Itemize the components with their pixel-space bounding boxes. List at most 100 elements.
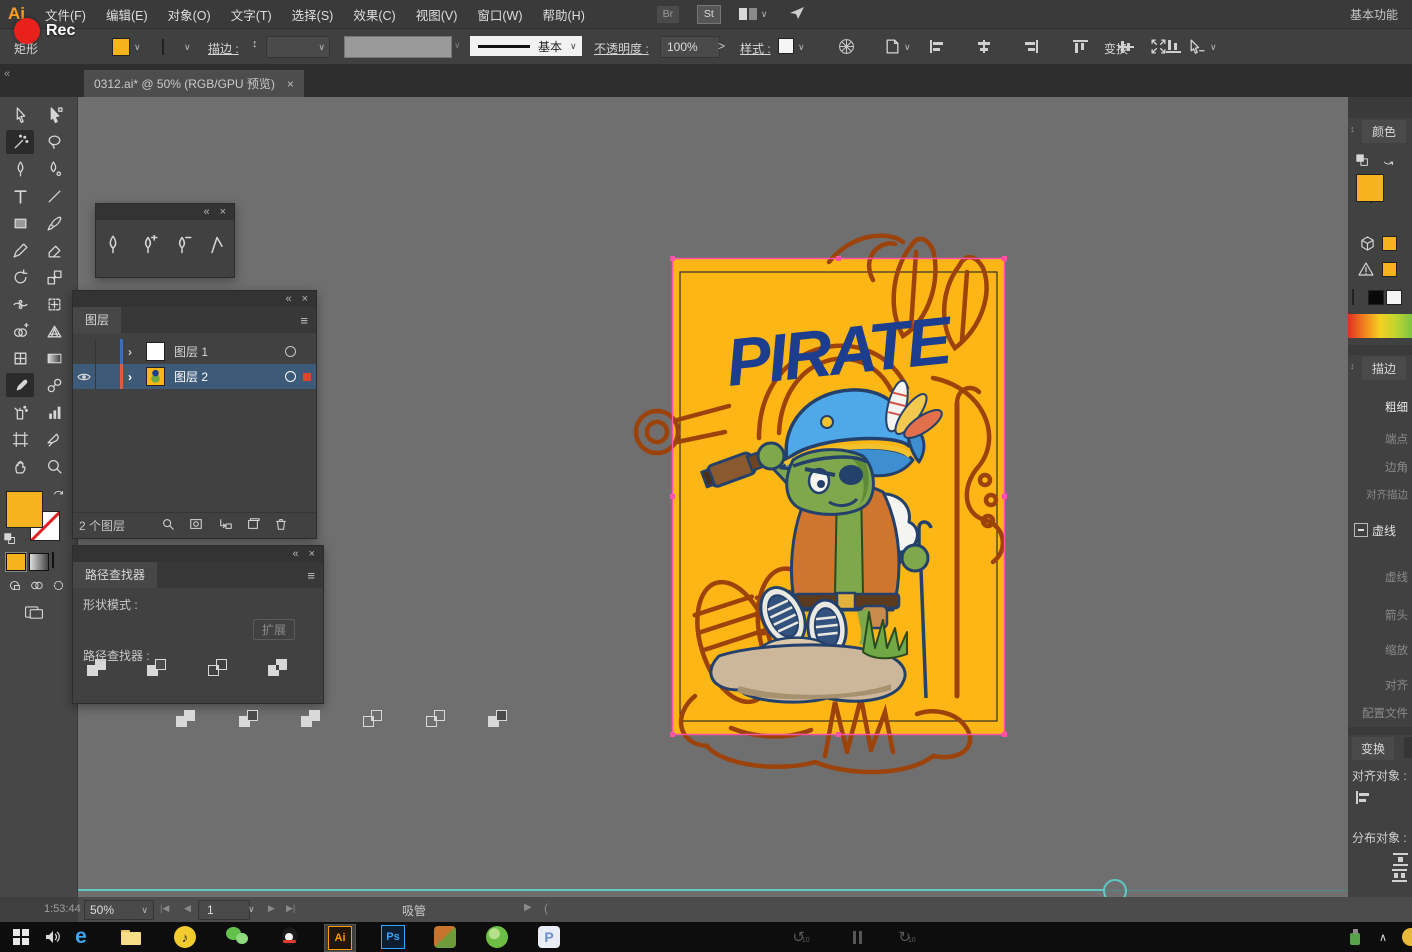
visibility-toggle-empty[interactable]: [73, 339, 96, 364]
arrange-documents-icon[interactable]: [739, 8, 757, 20]
style-chevron-icon[interactable]: ∨: [798, 43, 805, 52]
trim-icon[interactable]: [239, 710, 258, 727]
menu-select[interactable]: 选择(S): [282, 5, 344, 24]
document-tab[interactable]: 0312.ai* @ 50% (RGB/GPU 预览) ×: [84, 70, 304, 97]
gradient-tool[interactable]: [40, 346, 68, 370]
make-mask-icon[interactable]: [189, 517, 203, 534]
slice-tool[interactable]: [40, 427, 68, 451]
stroke-weight-field[interactable]: ∨: [266, 36, 330, 58]
swap-fill-stroke-icon[interactable]: [52, 489, 65, 505]
new-layer-icon[interactable]: [246, 517, 260, 534]
free-transform-tool[interactable]: [40, 292, 68, 316]
menu-help[interactable]: 帮助(H): [533, 5, 595, 24]
isolate-selection-icon[interactable]: [1188, 38, 1205, 58]
fill-chevron-icon[interactable]: ∨: [134, 43, 141, 52]
expand-button[interactable]: 扩展: [253, 619, 295, 640]
paintbrush-tool[interactable]: [40, 211, 68, 235]
tab-color[interactable]: 颜色: [1362, 120, 1406, 143]
menu-effect[interactable]: 效果(C): [343, 5, 405, 24]
lasso-tool[interactable]: [40, 130, 68, 154]
zoom-level-dropdown[interactable]: 50%∨: [84, 900, 154, 920]
align-top-icon[interactable]: [1073, 40, 1088, 53]
outline-icon[interactable]: [426, 710, 445, 727]
style-label[interactable]: 样式 :: [740, 40, 771, 57]
divide-icon[interactable]: [176, 710, 195, 727]
web-color-swatch[interactable]: [1382, 262, 1397, 277]
line-segment-tool[interactable]: [40, 184, 68, 208]
layer-name[interactable]: 图层 2: [174, 368, 208, 385]
wechat-icon[interactable]: [222, 924, 252, 950]
last-artboard-icon[interactable]: ▶|: [286, 903, 295, 914]
close-icon[interactable]: ×: [309, 548, 315, 560]
stroke-color-swatch[interactable]: [162, 39, 164, 55]
pen-tool[interactable]: [6, 157, 34, 181]
align-center-icon[interactable]: [976, 40, 991, 53]
tab-stroke[interactable]: 描边: [1362, 357, 1406, 380]
anchor-point-tool-button[interactable]: [207, 235, 227, 258]
pencil-tool[interactable]: [6, 238, 34, 262]
type-tool[interactable]: [6, 184, 34, 208]
layer-thumbnail[interactable]: [146, 342, 165, 361]
pen-tool-button[interactable]: [103, 235, 123, 258]
file-explorer-icon[interactable]: [116, 924, 146, 950]
minus-front-icon[interactable]: [147, 659, 166, 676]
illustrator-taskbar-icon[interactable]: Ai: [324, 924, 356, 952]
gamut-color-swatch[interactable]: [1382, 236, 1397, 251]
stock-icon[interactable]: St: [697, 5, 721, 24]
pause-icon[interactable]: [842, 924, 872, 950]
out-of-web-warning-icon[interactable]: [1358, 261, 1374, 280]
align-right-icon[interactable]: [1023, 40, 1038, 53]
stroke-chevron-icon[interactable]: ∨: [184, 43, 191, 52]
zoom-tool[interactable]: [40, 454, 68, 478]
layer-thumbnail[interactable]: [146, 367, 165, 386]
draw-normal-icon[interactable]: [8, 579, 21, 595]
rotate-tool[interactable]: [6, 265, 34, 289]
photoshop-taskbar-icon[interactable]: Ps: [378, 924, 408, 950]
qq-music-icon[interactable]: ♪: [170, 924, 200, 950]
layer-name[interactable]: 图层 1: [174, 343, 208, 360]
document-setup-icon[interactable]: [884, 38, 901, 58]
layer-row-1[interactable]: › 图层 1: [73, 339, 316, 364]
bridge-icon[interactable]: Br: [657, 6, 679, 23]
tab-layers[interactable]: 图层: [73, 307, 121, 333]
white-swatch[interactable]: [1386, 290, 1402, 305]
document-close-icon[interactable]: ×: [287, 77, 294, 91]
green-app-icon[interactable]: [482, 924, 512, 950]
intersect-icon[interactable]: [208, 659, 227, 676]
add-anchor-point-button[interactable]: [138, 235, 158, 258]
layer-target-icon[interactable]: [285, 346, 296, 357]
panel-menu-icon[interactable]: ≡: [300, 313, 308, 328]
eye-icon[interactable]: [73, 364, 96, 389]
prev-artboard-icon[interactable]: ◀: [184, 903, 191, 914]
new-sublayer-icon[interactable]: [219, 517, 233, 534]
tab-transform[interactable]: 变换: [1352, 737, 1394, 760]
layer-target-icon[interactable]: [285, 371, 296, 382]
powerpoint-icon[interactable]: P: [534, 924, 564, 950]
panel-menu-icon[interactable]: ≡: [307, 568, 315, 583]
transform-link[interactable]: 变换: [1104, 40, 1128, 57]
tray-clipped-icon[interactable]: [1402, 928, 1412, 946]
artboard-chevron-icon[interactable]: ∨: [248, 905, 255, 914]
crop-icon[interactable]: [363, 710, 382, 727]
artboard-number-field[interactable]: 1: [198, 900, 250, 920]
curvature-tool[interactable]: [40, 157, 68, 181]
style-swatch[interactable]: [778, 38, 794, 54]
merge-icon[interactable]: [301, 710, 320, 727]
layer-expand-icon[interactable]: ›: [128, 345, 132, 359]
scale-tool[interactable]: [40, 265, 68, 289]
stroke-style-dropdown[interactable]: 基本 ∨: [470, 36, 582, 56]
screen-mode-icon[interactable]: [24, 605, 44, 623]
direct-selection-tool[interactable]: [40, 103, 68, 127]
out-of-gamut-cube-icon[interactable]: [1360, 236, 1375, 254]
distribute-top-icon[interactable]: [1393, 853, 1408, 866]
document-setup-chevron-icon[interactable]: ∨: [904, 43, 911, 52]
collapse-panels-icon[interactable]: «: [4, 68, 10, 80]
stroke-weight-label[interactable]: 描边 :: [208, 40, 239, 57]
qq-icon[interactable]: [274, 924, 304, 950]
draw-behind-icon[interactable]: [30, 579, 43, 595]
menu-window[interactable]: 窗口(W): [467, 5, 532, 24]
panel-cycle-icon[interactable]: ↕: [1350, 124, 1355, 134]
opacity-field[interactable]: 100%: [660, 36, 720, 58]
minus-back-icon[interactable]: [488, 710, 507, 727]
align-bottom-icon[interactable]: [1166, 40, 1181, 53]
